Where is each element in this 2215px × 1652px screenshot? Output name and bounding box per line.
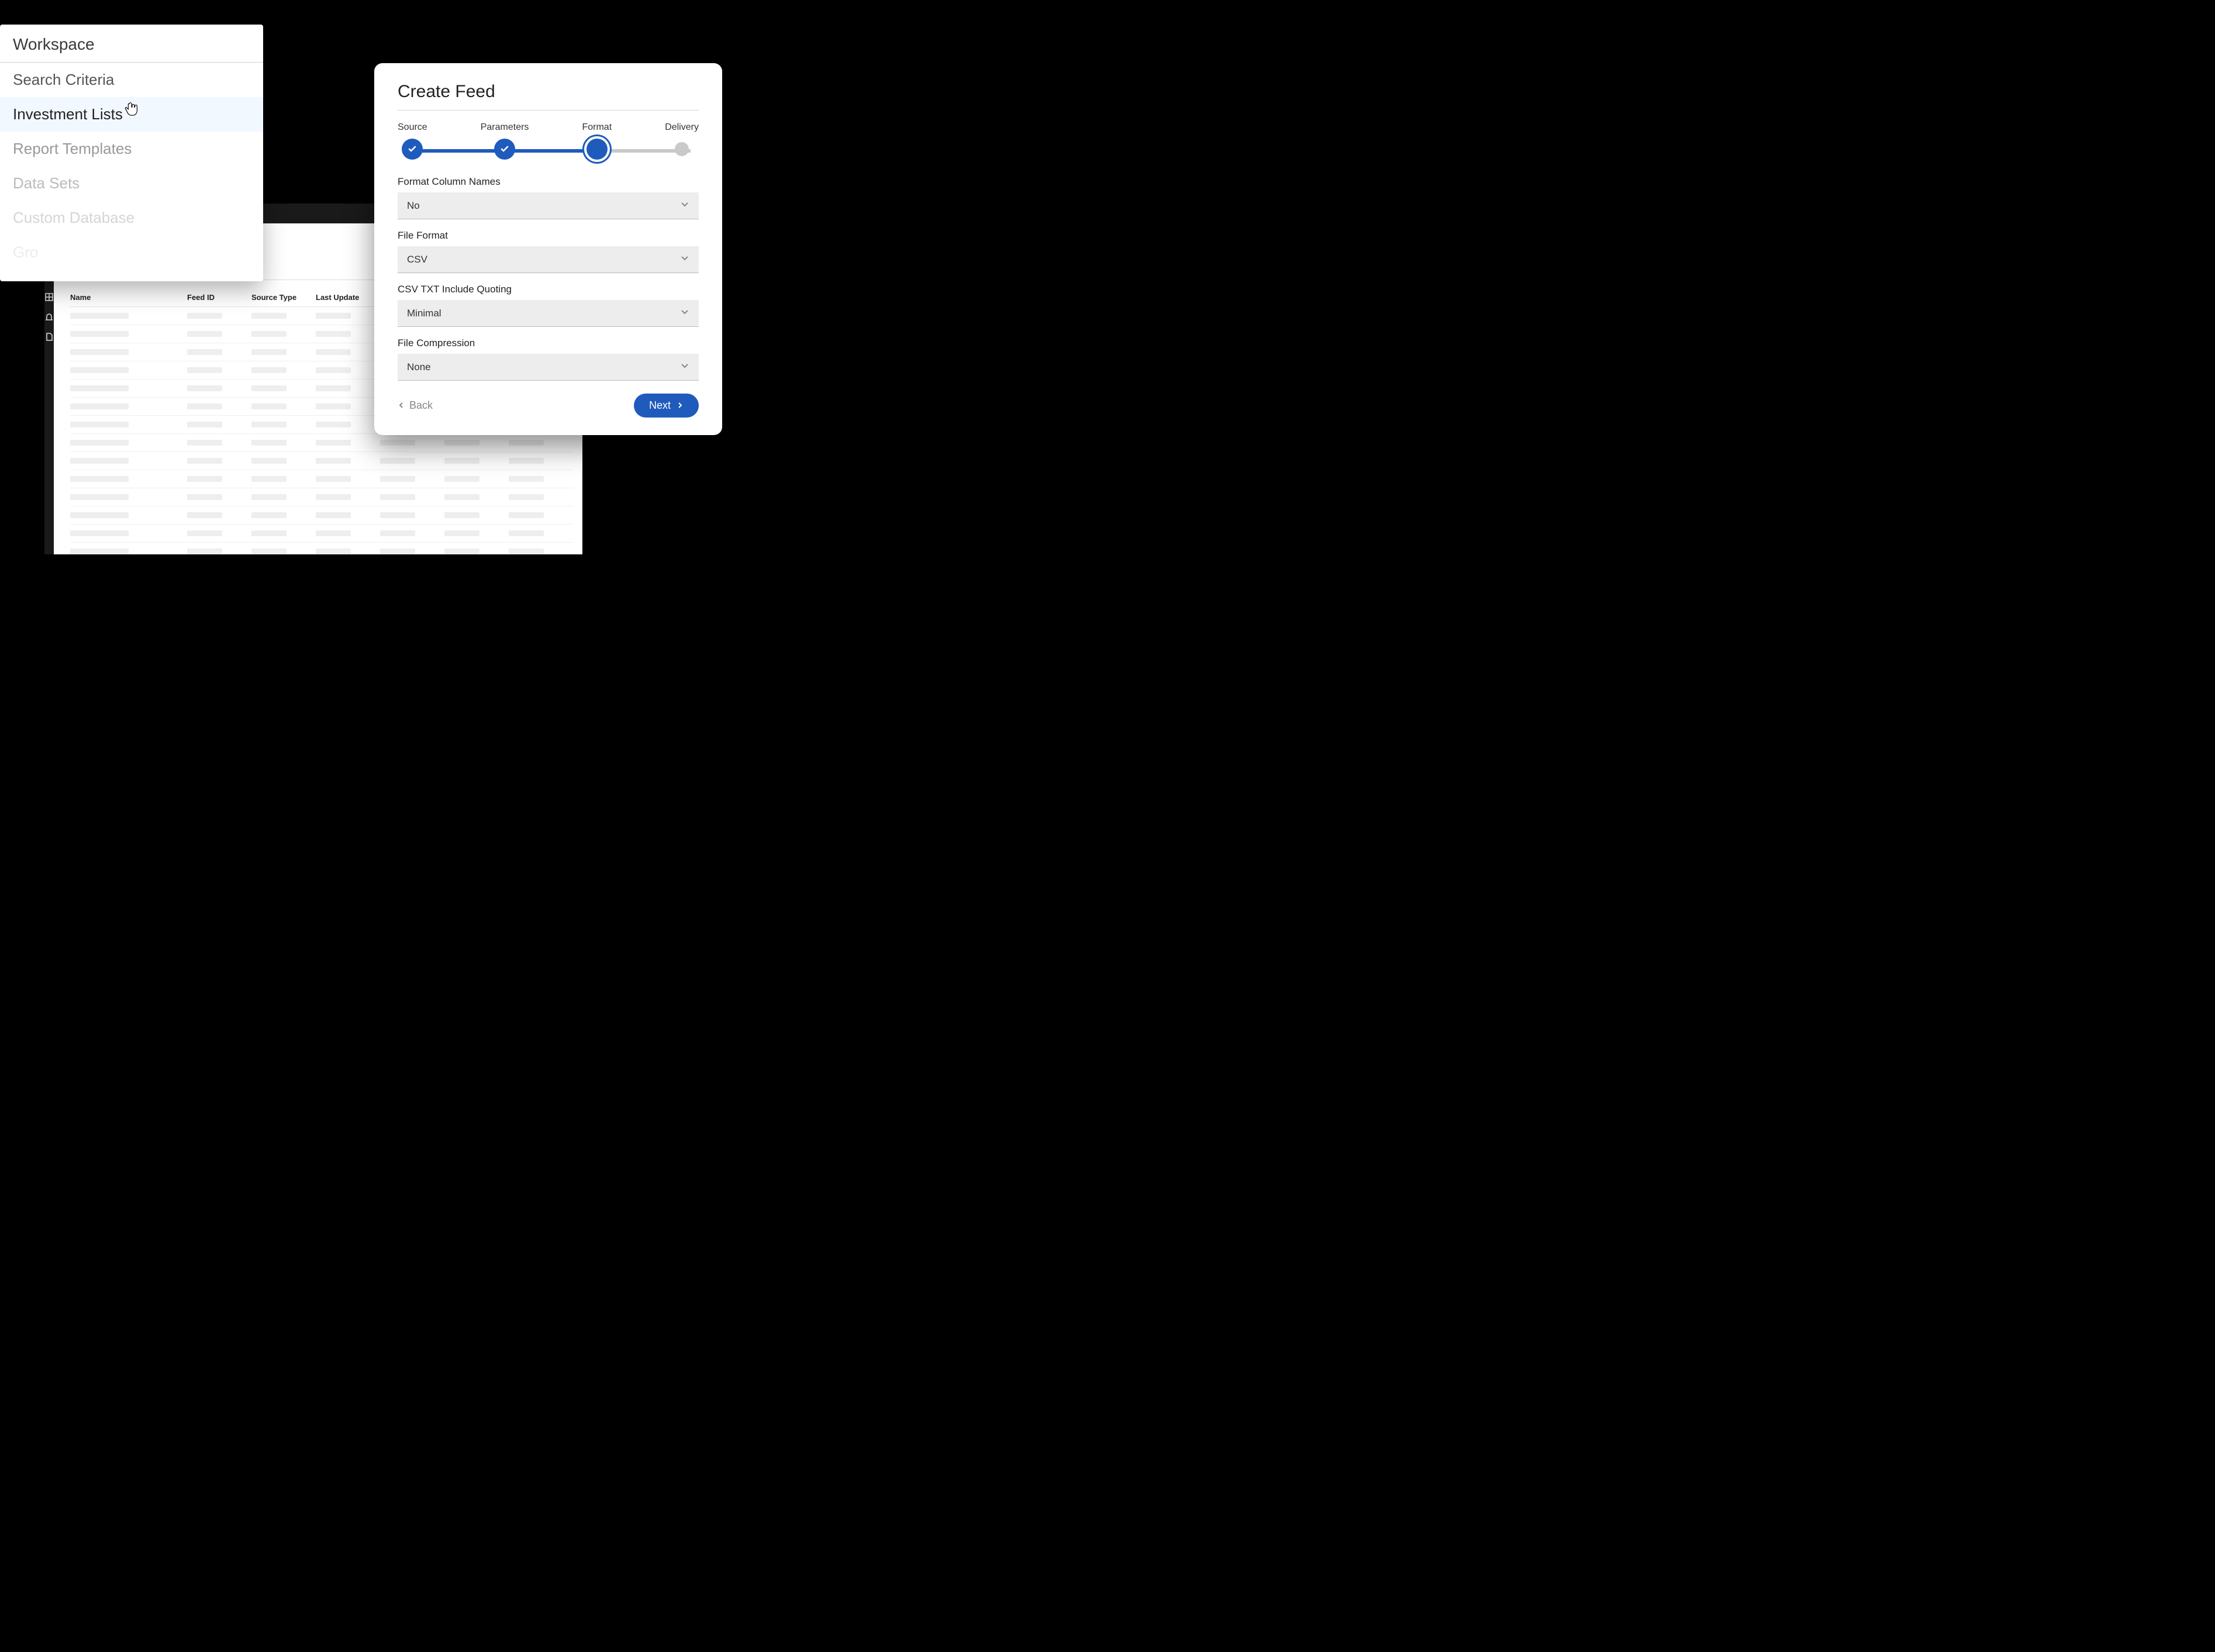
- field-format-column-names: Format Column Names No: [398, 176, 699, 219]
- back-button[interactable]: Back: [398, 399, 433, 412]
- step-parameters[interactable]: Parameters: [481, 122, 529, 160]
- check-icon: [494, 139, 515, 160]
- table-row[interactable]: [70, 488, 573, 506]
- table-row[interactable]: [70, 470, 573, 488]
- step-delivery[interactable]: Delivery: [665, 122, 699, 156]
- workspace-item-groups[interactable]: Gro: [0, 235, 263, 270]
- chevron-down-icon: [680, 199, 689, 212]
- field-quoting: CSV TXT Include Quoting Minimal: [398, 284, 699, 327]
- compression-select[interactable]: None: [398, 354, 699, 381]
- quoting-value: Minimal: [407, 308, 441, 319]
- modal-footer: Back Next: [398, 394, 699, 418]
- next-label: Next: [649, 399, 671, 412]
- check-icon: [402, 139, 423, 160]
- workspace-panel: Workspace Search Criteria Investment Lis…: [0, 25, 263, 281]
- col-name[interactable]: Name: [70, 293, 187, 302]
- table-row[interactable]: [70, 434, 573, 452]
- col-last-update[interactable]: Last Update: [316, 293, 380, 302]
- format-column-names-label: Format Column Names: [398, 176, 699, 188]
- step-source[interactable]: Source: [398, 122, 427, 160]
- step-format-label: Format: [582, 122, 612, 133]
- step-parameters-label: Parameters: [481, 122, 529, 133]
- bell-icon[interactable]: [44, 312, 54, 322]
- table-row[interactable]: [70, 525, 573, 543]
- step-format[interactable]: Format: [582, 122, 612, 160]
- quoting-select[interactable]: Minimal: [398, 300, 699, 327]
- format-column-names-value: No: [407, 200, 420, 212]
- back-label: Back: [409, 399, 433, 412]
- table-row[interactable]: [70, 452, 573, 470]
- workspace-header: Workspace: [0, 25, 263, 63]
- workspace-item-search-criteria[interactable]: Search Criteria: [0, 63, 263, 97]
- workspace-item-custom-database[interactable]: Custom Database: [0, 201, 263, 235]
- step-delivery-label: Delivery: [665, 122, 699, 133]
- workspace-item-data-sets[interactable]: Data Sets: [0, 166, 263, 201]
- chevron-down-icon: [680, 307, 689, 319]
- workspace-item-report-templates[interactable]: Report Templates: [0, 132, 263, 166]
- grid-icon[interactable]: [44, 292, 54, 302]
- format-column-names-select[interactable]: No: [398, 192, 699, 219]
- compression-value: None: [407, 361, 431, 373]
- col-feed-id[interactable]: Feed ID: [187, 293, 251, 302]
- todo-step-icon: [675, 142, 689, 156]
- table-row[interactable]: [70, 543, 573, 554]
- file-format-select[interactable]: CSV: [398, 246, 699, 273]
- create-feed-modal: Create Feed Source Parameters Format Del…: [374, 63, 722, 435]
- current-step-icon: [586, 139, 608, 160]
- chevron-right-icon: [677, 399, 684, 412]
- create-feed-title: Create Feed: [398, 82, 699, 111]
- pointer-cursor-icon: [123, 99, 140, 117]
- col-source-type[interactable]: Source Type: [251, 293, 316, 302]
- table-row[interactable]: [70, 506, 573, 525]
- chevron-down-icon: [680, 361, 689, 373]
- field-file-format: File Format CSV: [398, 230, 699, 273]
- stepper: Source Parameters Format Delivery: [398, 122, 699, 160]
- compression-label: File Compression: [398, 337, 699, 349]
- next-button[interactable]: Next: [634, 394, 699, 418]
- file-format-value: CSV: [407, 254, 427, 265]
- field-compression: File Compression None: [398, 337, 699, 381]
- file-format-label: File Format: [398, 230, 699, 242]
- step-source-label: Source: [398, 122, 427, 133]
- chevron-down-icon: [680, 253, 689, 265]
- document-icon[interactable]: [44, 332, 54, 342]
- chevron-left-icon: [398, 399, 405, 412]
- quoting-label: CSV TXT Include Quoting: [398, 284, 699, 295]
